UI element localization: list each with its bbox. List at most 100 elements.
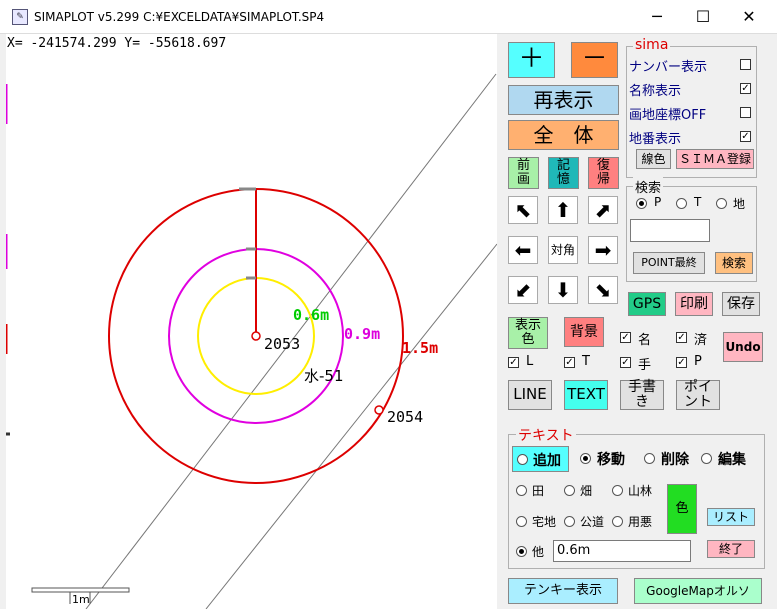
memory-button[interactable]: 記 憶 — [548, 157, 579, 189]
window-title: SIMAPLOT v5.299 C:¥EXCELDATA¥SIMAPLOT.SP… — [34, 10, 325, 24]
search-radio-t-label: T — [694, 195, 702, 209]
point-2053-marker[interactable] — [251, 331, 261, 341]
check-T[interactable]: ✓ — [564, 357, 575, 368]
text-mode-delete-label: 削除 — [661, 452, 689, 468]
save-button[interactable]: 保存 — [722, 292, 760, 316]
sima-option-coord-off-checkbox[interactable] — [740, 107, 751, 118]
pan-se-button[interactable]: ⬊ — [588, 276, 618, 304]
map-drawing: 2053 2054 0.6m 0.9m 1.5m 水-51 1m — [6, 73, 497, 609]
restore-button[interactable]: 復 帰 — [588, 157, 619, 189]
check-P[interactable]: ✓ — [676, 357, 687, 368]
tenkey-button[interactable]: テンキー表示 — [508, 578, 618, 604]
line-mode-button[interactable]: LINE — [508, 380, 552, 410]
arrow-se-icon: ⬊ — [594, 278, 612, 302]
simaplot-app-icon: ✎ — [12, 9, 28, 25]
sima-option-number-label: ナンバー表示 — [629, 60, 708, 75]
type-radio-residential[interactable] — [516, 516, 527, 527]
pan-e-button[interactable]: ➡ — [588, 236, 618, 264]
sima-option-lot-checkbox[interactable]: ✓ — [740, 131, 751, 142]
pan-s-button[interactable]: ⬇ — [548, 276, 578, 304]
sima-group-title: sima — [633, 37, 671, 53]
googlemap-button[interactable]: GoogleMapオルソ — [634, 578, 762, 604]
background-button[interactable]: 背景 — [564, 317, 604, 347]
check-hand-label: 手 — [638, 358, 652, 373]
sima-register-button[interactable]: ＳＩＭＡ登録 — [676, 149, 754, 169]
arrow-left-icon: ⬅ — [514, 238, 532, 262]
minimize-button[interactable]: ─ — [634, 0, 680, 34]
end-button[interactable]: 終了 — [707, 540, 755, 558]
arrow-sw-icon: ⬋ — [514, 278, 532, 302]
pan-nw-button[interactable]: ⬉ — [508, 196, 538, 224]
type-forest-label: 山林 — [628, 484, 653, 498]
text-mode-button[interactable]: TEXT — [564, 380, 608, 410]
text-mode-add-label: 追加 — [533, 453, 561, 469]
cursor-coordinates: X= -241574.299 Y= -55618.697 — [7, 36, 227, 51]
text-mode-edit-radio[interactable] — [701, 453, 712, 464]
search-radio-t[interactable] — [676, 198, 687, 209]
point-last-button[interactable]: POINT最終 — [633, 252, 705, 274]
arrow-nw-icon: ⬉ — [514, 198, 532, 222]
type-public-road-label: 公道 — [580, 515, 605, 529]
point-2054-marker[interactable] — [374, 405, 384, 415]
text-value-input[interactable]: 0.6m — [553, 540, 691, 562]
gps-button[interactable]: GPS — [628, 292, 666, 316]
text-color-button[interactable]: 色 — [667, 484, 697, 534]
text-mode-delete-radio[interactable] — [644, 453, 655, 464]
type-radio-dry-field[interactable] — [564, 485, 575, 496]
sima-option-coord-off-label: 画地座標OFF — [629, 108, 707, 123]
check-hand[interactable]: ✓ — [620, 357, 631, 368]
type-field-label: 田 — [532, 484, 545, 498]
undo-button[interactable]: Undo — [723, 332, 763, 362]
check-done[interactable]: ✓ — [676, 332, 687, 343]
search-group-title: 検索 — [633, 177, 664, 196]
text-mode-move-radio[interactable] — [580, 453, 591, 464]
search-radio-p-label: P — [654, 195, 662, 209]
search-radio-lot-label: 地 — [733, 197, 746, 211]
check-L-label: L — [526, 354, 534, 369]
type-radio-other[interactable] — [516, 546, 527, 557]
maximize-button[interactable]: ☐ — [680, 0, 726, 34]
pan-sw-button[interactable]: ⬋ — [508, 276, 538, 304]
pan-n-button[interactable]: ⬆ — [548, 196, 578, 224]
search-button[interactable]: 検索 — [715, 252, 753, 274]
zoom-in-button[interactable]: ＋ — [508, 42, 555, 78]
search-input[interactable] — [630, 219, 710, 242]
pan-w-button[interactable]: ⬅ — [508, 236, 538, 264]
check-done-label: 済 — [694, 333, 708, 348]
type-dry-field-label: 畑 — [580, 484, 593, 498]
check-name[interactable]: ✓ — [620, 332, 631, 343]
text-mode-add-radio — [517, 454, 528, 465]
sima-option-name-checkbox[interactable]: ✓ — [740, 83, 751, 94]
search-radio-lot[interactable] — [716, 198, 727, 209]
type-radio-field[interactable] — [516, 485, 527, 496]
prev-view-button[interactable]: 前 画 — [508, 157, 539, 189]
list-button[interactable]: リスト — [707, 508, 755, 526]
map-canvas[interactable]: 2053 2054 0.6m 0.9m 1.5m 水-51 1m — [6, 34, 497, 609]
line-color-button[interactable]: 線色 — [636, 149, 671, 169]
text-mode-move-label: 移動 — [597, 452, 625, 468]
sima-option-number-checkbox[interactable] — [740, 59, 751, 70]
type-radio-ditch[interactable] — [612, 516, 623, 527]
display-color-button[interactable]: 表示 色 — [508, 317, 548, 349]
handwriting-mode-button[interactable]: 手書 き — [620, 380, 664, 410]
check-T-label: T — [582, 354, 590, 369]
check-L[interactable]: ✓ — [508, 357, 519, 368]
print-button[interactable]: 印刷 — [675, 292, 713, 316]
text-mode-add[interactable]: 追加 — [512, 446, 569, 472]
scale-bar — [31, 587, 130, 593]
scale-bar-label: 1m — [72, 593, 90, 606]
arrow-right-icon: ➡ — [594, 238, 612, 262]
zoom-out-button[interactable]: － — [571, 42, 618, 78]
text-mode-edit-label: 編集 — [718, 452, 746, 468]
close-button[interactable]: ✕ — [726, 0, 772, 34]
radius-label-0-9m: 0.9m — [344, 325, 380, 343]
pan-ne-button[interactable]: ⬈ — [588, 196, 618, 224]
redraw-button[interactable]: 再表示 — [508, 85, 619, 115]
diagonal-button[interactable]: 対角 — [548, 236, 578, 264]
fit-all-button[interactable]: 全 体 — [508, 120, 619, 150]
point-mode-button[interactable]: ポイ ント — [676, 380, 720, 410]
text-group-title: テキスト — [516, 425, 576, 445]
type-radio-forest[interactable] — [612, 485, 623, 496]
type-radio-public-road[interactable] — [564, 516, 575, 527]
search-radio-p[interactable] — [636, 198, 647, 209]
